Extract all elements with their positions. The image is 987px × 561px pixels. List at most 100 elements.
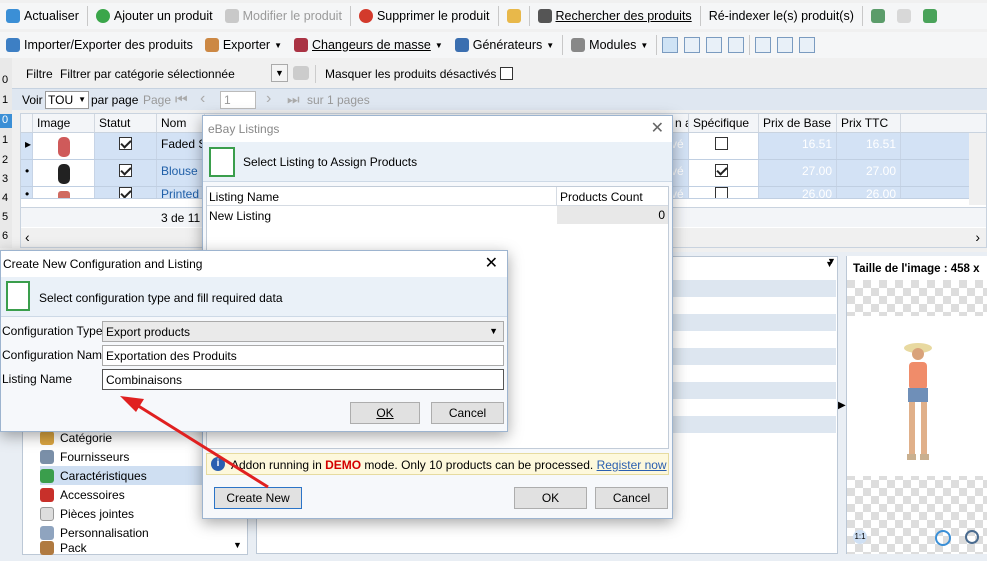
add-icon [95, 9, 110, 23]
prev-page-icon[interactable]: ‹ [200, 90, 205, 108]
config-doc-icon [6, 281, 30, 311]
specific-checkbox[interactable] [715, 187, 728, 198]
sidebar-item-personnalisation[interactable]: Personnalisation [40, 523, 235, 542]
config-titlebar: Create New Configuration and Listing ✕ [1, 251, 507, 277]
chevron-down-icon: ▼ [546, 40, 555, 50]
import-export-button[interactable]: Importer/Exporter des produits [0, 33, 199, 57]
config-header: Select configuration type and fill requi… [1, 277, 507, 317]
tree-icon[interactable] [728, 37, 745, 53]
export-menu-button[interactable]: Exporter ▼ [199, 33, 288, 57]
accessories-icon [40, 487, 54, 502]
pager-bar: Voir TOU ▼ par page Page ⏮ ‹ 1 › ⏭ sur 1 … [12, 88, 987, 110]
delete-icon [358, 9, 373, 23]
listing-row[interactable]: New Listing 0 [207, 206, 668, 224]
filter-dropdown-button[interactable]: ▼ [271, 64, 288, 82]
image-size-label: Taille de l'image : 458 x [853, 263, 980, 275]
config-cancel-button[interactable]: Cancel [431, 402, 504, 424]
delete-product-button[interactable]: Supprimer le produit [353, 4, 496, 28]
actual-size-icon[interactable]: 1:1 [853, 530, 867, 544]
status-checkbox[interactable] [119, 164, 132, 177]
generators-button[interactable]: Générateurs ▼ [449, 33, 560, 57]
col-price-ttc[interactable]: Prix TTC [837, 114, 901, 132]
export-icon [204, 38, 219, 52]
close-icon[interactable]: ✕ [651, 118, 664, 138]
col-specific[interactable]: Spécifique [689, 114, 759, 132]
status-checkbox[interactable] [119, 187, 132, 198]
status-checkbox[interactable] [119, 137, 132, 150]
refresh-button[interactable]: Actualiser [0, 4, 85, 28]
clear-filter-icon[interactable] [293, 66, 309, 80]
chevron-down-icon: ▼ [640, 40, 649, 50]
left-ruler: 0 1 0 1 2 3 4 5 6 [0, 58, 12, 248]
product-thumbnail [33, 187, 95, 198]
search-products-button[interactable]: Rechercher des produits [532, 4, 698, 28]
pencil-icon [224, 9, 239, 23]
next-page-icon[interactable]: › [266, 90, 271, 108]
hide-disabled-checkbox[interactable] [500, 67, 513, 80]
folder-button[interactable] [501, 4, 527, 28]
close-icon[interactable]: ✕ [485, 253, 498, 273]
export-doc-icon [922, 9, 937, 23]
paste-button[interactable] [891, 4, 917, 28]
secondary-toolbar: Importer/Exporter des produits Exporter ▼… [0, 32, 987, 58]
paste-icon [896, 9, 911, 23]
col-base-price[interactable]: Prix de Base [759, 114, 837, 132]
reindex-button[interactable]: Ré-indexer le(s) produit(s) [703, 4, 860, 28]
config-ok-button[interactable]: OK [350, 402, 420, 424]
vertical-scrollbar[interactable] [969, 133, 986, 205]
first-page-icon[interactable]: ⏮ [175, 91, 188, 108]
listings-header: Listing Name Products Count [207, 187, 668, 206]
panel-collapse-icon[interactable]: ▼ [827, 256, 836, 266]
collapse-icon[interactable] [799, 37, 816, 53]
listing-name-label: Listing Name [2, 372, 73, 386]
modules-button[interactable]: Modules ▼ [565, 33, 654, 57]
specific-checkbox[interactable] [715, 137, 728, 150]
mass-change-icon [294, 38, 308, 52]
ebay-header: Select Listing to Assign Products [203, 142, 672, 182]
splitter-arrow-icon[interactable]: ▶ [838, 400, 846, 411]
fit-icon[interactable] [706, 37, 723, 53]
view-icon-1[interactable] [662, 37, 679, 53]
suppliers-icon [40, 449, 54, 464]
col-image[interactable]: Image [33, 114, 95, 132]
image-preview-panel: Taille de l'image : 458 x 1:1 [846, 256, 987, 554]
listing-name-input[interactable]: Combinaisons [102, 369, 504, 390]
filter-bar: Filtre Filtrer par catégorie sélectionné… [0, 62, 987, 86]
rotate-icon[interactable] [935, 530, 951, 546]
grid-view-icon[interactable] [684, 37, 701, 53]
ebay-cancel-button[interactable]: Cancel [595, 487, 668, 509]
config-name-input[interactable]: Exportation des Produits [102, 345, 504, 366]
mass-changers-button[interactable]: Changeurs de masse ▼ [288, 33, 449, 57]
category-icon [40, 430, 54, 445]
pack-icon [40, 541, 54, 555]
main-toolbar: Actualiser Ajouter un produit Modifier l… [0, 3, 987, 29]
page-input[interactable]: 1 [220, 91, 256, 109]
product-model-image [904, 343, 932, 460]
zoom-icon[interactable] [965, 530, 979, 544]
edit-product-button[interactable]: Modifier le produit [219, 4, 348, 28]
listing-doc-icon [209, 147, 235, 177]
register-now-link[interactable]: Register now [597, 458, 667, 472]
filter-label: Filtre [26, 67, 53, 81]
sidebar-scroll-down-icon[interactable]: ▼ [233, 540, 242, 550]
config-type-select[interactable]: Export products ▼ [102, 321, 504, 342]
export-doc-button[interactable] [917, 4, 943, 28]
columns-icon[interactable] [755, 37, 772, 53]
ebay-ok-button[interactable]: OK [514, 487, 587, 509]
filter-category-select[interactable]: Filtrer par catégorie sélectionnée [60, 67, 235, 81]
customization-icon [40, 525, 54, 540]
per-page-select[interactable]: TOU ▼ [45, 91, 89, 109]
expand-icon[interactable] [777, 37, 794, 53]
col-name[interactable]: Nom [157, 114, 205, 132]
chevron-down-icon: ▼ [489, 326, 498, 336]
col-status[interactable]: Statut [95, 114, 157, 132]
copy-button[interactable] [865, 4, 891, 28]
features-icon [40, 468, 54, 483]
annotation-arrow-icon [120, 396, 269, 489]
product-thumbnail [33, 160, 95, 186]
sidebar-item-pack[interactable]: Pack [40, 541, 235, 555]
last-page-icon[interactable]: ⏭ [287, 91, 300, 108]
import-export-icon [6, 38, 20, 52]
specific-checkbox[interactable] [715, 164, 728, 177]
add-product-button[interactable]: Ajouter un produit [90, 4, 219, 28]
